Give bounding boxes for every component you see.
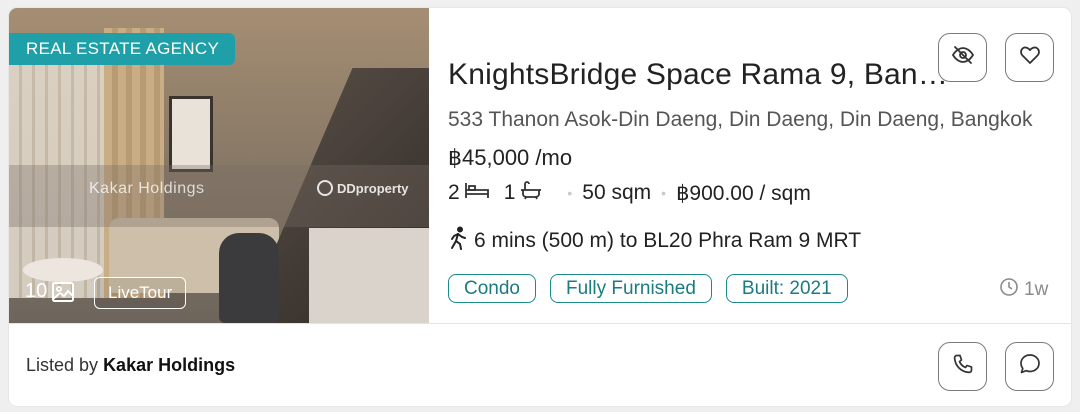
listing-price: ฿45,000 /mo <box>448 145 573 170</box>
favorite-button[interactable] <box>1005 33 1054 82</box>
listed-by: Listed by Kakar Holdings <box>26 355 235 376</box>
photo-wall-art <box>169 96 213 172</box>
live-tour-button[interactable]: LiveTour <box>94 277 187 309</box>
transit-text: 6 mins (500 m) to BL20 Phra Ram 9 MRT <box>474 229 862 252</box>
photo-count[interactable]: 10 <box>25 280 75 303</box>
chat-icon <box>1018 352 1042 381</box>
listing-specs: 2 1 • 50 sqm • ฿900.00 / sqm <box>448 180 811 206</box>
bathrooms-count: 1 <box>503 181 516 204</box>
listing-title[interactable]: KnightsBridge Space Rama 9, Bangkok <box>448 58 948 92</box>
photo-count-value: 10 <box>25 280 48 302</box>
bathtub-icon <box>515 180 557 206</box>
listing-address: 533 Thanon Asok-Din Daeng, Din Daeng, Di… <box>448 108 1033 131</box>
tag-list: Condo Fully Furnished Built: 2021 <box>448 274 848 303</box>
bedrooms-count: 2 <box>448 181 460 204</box>
photo-chair <box>219 233 279 323</box>
heart-icon <box>1018 43 1042 72</box>
image-icon <box>51 281 75 303</box>
listing-age-text: 1w <box>1024 279 1049 300</box>
area-value: 50 sqm <box>582 181 652 204</box>
price-per-area: ฿900.00 / sqm <box>676 181 811 205</box>
listing-card[interactable]: Kakar Holdings DDproperty REAL ESTATE AG… <box>9 8 1071 406</box>
listing-photo[interactable]: Kakar Holdings DDproperty REAL ESTATE AG… <box>9 8 429 323</box>
tag-chip: Condo <box>448 274 536 303</box>
listing-age: 1w <box>999 277 1048 303</box>
tag-chip: Fully Furnished <box>550 274 712 303</box>
ddproperty-logo-icon <box>317 180 333 196</box>
chat-button[interactable] <box>1005 342 1054 391</box>
watermark-band <box>9 165 429 227</box>
tag-chip: Built: 2021 <box>725 274 848 303</box>
walking-icon <box>448 226 470 256</box>
clock-icon <box>999 277 1019 303</box>
hide-listing-button[interactable] <box>938 33 987 82</box>
transit-info: 6 mins (500 m) to BL20 Phra Ram 9 MRT <box>448 226 861 256</box>
bed-icon <box>460 180 504 206</box>
photo-table <box>23 258 103 282</box>
phone-icon <box>952 353 974 380</box>
card-divider <box>9 323 1071 324</box>
call-button[interactable] <box>938 342 987 391</box>
agent-name[interactable]: Kakar Holdings <box>103 355 235 375</box>
spec-separator: • <box>567 185 573 201</box>
eye-slash-icon <box>951 43 975 72</box>
watermark-text: Kakar Holdings <box>89 180 205 197</box>
watermark-logo-text: DDproperty <box>337 180 409 196</box>
agency-badge: REAL ESTATE AGENCY <box>9 33 236 65</box>
photo-landing <box>309 228 429 323</box>
spec-separator: • <box>661 185 667 201</box>
listed-by-prefix: Listed by <box>26 355 99 375</box>
watermark-logo: DDproperty <box>317 180 409 196</box>
